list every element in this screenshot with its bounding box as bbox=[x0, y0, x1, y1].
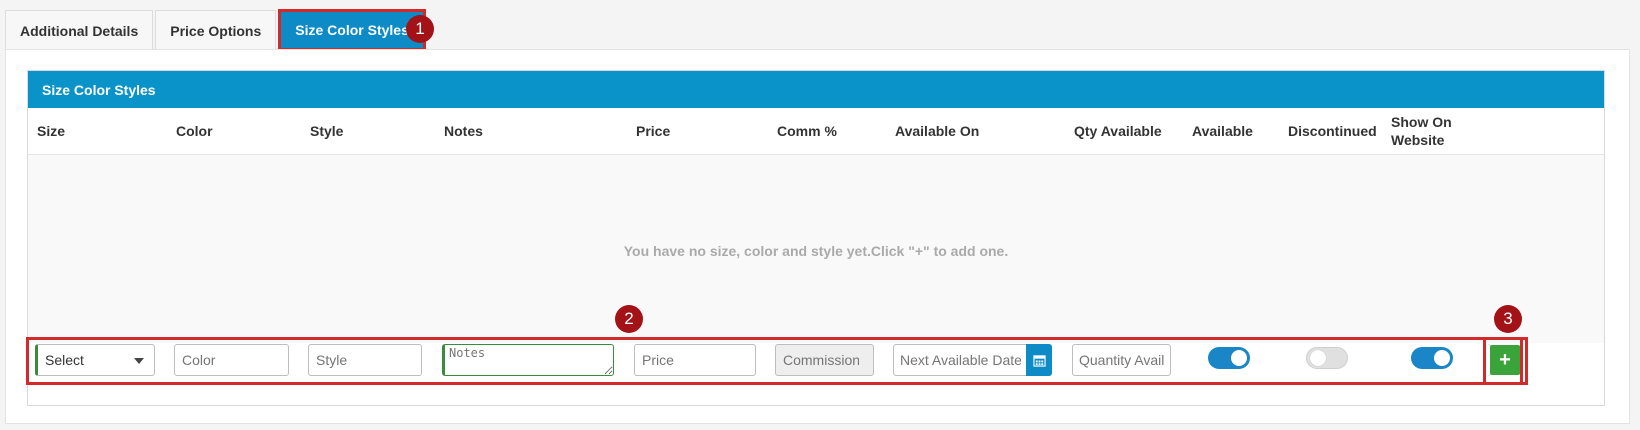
calendar-icon[interactable] bbox=[1026, 344, 1052, 376]
toggle-knob bbox=[1310, 350, 1326, 366]
col-header-price: Price bbox=[636, 123, 671, 139]
col-header-style: Style bbox=[310, 123, 344, 139]
callout-badge-1: 1 bbox=[406, 15, 434, 43]
quantity-available-input[interactable] bbox=[1072, 344, 1171, 376]
col-header-notes: Notes bbox=[444, 123, 483, 139]
discontinued-toggle[interactable] bbox=[1306, 347, 1348, 369]
empty-message: You have no size, color and style yet.Cl… bbox=[623, 243, 1009, 259]
tab-size-color-styles[interactable]: Size Color Styles bbox=[278, 9, 426, 51]
col-header-show-on-website: Show On Website bbox=[1391, 114, 1452, 148]
toggle-knob bbox=[1231, 350, 1247, 366]
tab-bar: Additional Details Price Options Size Co… bbox=[5, 9, 428, 51]
tab-price-options[interactable]: Price Options bbox=[155, 10, 277, 50]
col-header-color: Color bbox=[176, 123, 213, 139]
color-input[interactable] bbox=[174, 344, 289, 376]
price-input[interactable] bbox=[634, 344, 756, 376]
callout-badge-3: 3 bbox=[1494, 305, 1522, 333]
col-header-size: Size bbox=[37, 123, 66, 139]
notes-textarea[interactable] bbox=[442, 344, 614, 376]
col-header-discontinued: Discontinued bbox=[1288, 123, 1377, 139]
panel-title: Size Color Styles bbox=[28, 71, 1604, 108]
add-row-button[interactable]: + bbox=[1490, 345, 1520, 375]
next-available-date-picker bbox=[893, 344, 1052, 376]
col-header-comm: Comm % bbox=[777, 123, 837, 139]
available-toggle[interactable] bbox=[1208, 347, 1250, 369]
table-header: Size Color Style Notes Price Comm % Avai… bbox=[28, 108, 1604, 155]
size-select[interactable]: Select bbox=[35, 344, 155, 376]
col-header-available-on: Available On bbox=[895, 123, 980, 139]
size-select-value: Select bbox=[45, 352, 84, 368]
calendar-icon-glyph bbox=[1032, 354, 1046, 367]
commission-input bbox=[775, 344, 874, 376]
chevron-down-icon bbox=[134, 358, 144, 364]
style-input[interactable] bbox=[308, 344, 422, 376]
empty-state: You have no size, color and style yet.Cl… bbox=[28, 155, 1604, 343]
toggle-knob bbox=[1434, 350, 1450, 366]
col-header-available: Available bbox=[1192, 123, 1253, 139]
callout-badge-2: 2 bbox=[615, 305, 643, 333]
show-on-website-toggle[interactable] bbox=[1411, 347, 1453, 369]
tab-additional-details[interactable]: Additional Details bbox=[5, 10, 154, 50]
next-available-date-input[interactable] bbox=[893, 344, 1028, 376]
col-header-qty-available: Qty Available bbox=[1074, 123, 1162, 139]
